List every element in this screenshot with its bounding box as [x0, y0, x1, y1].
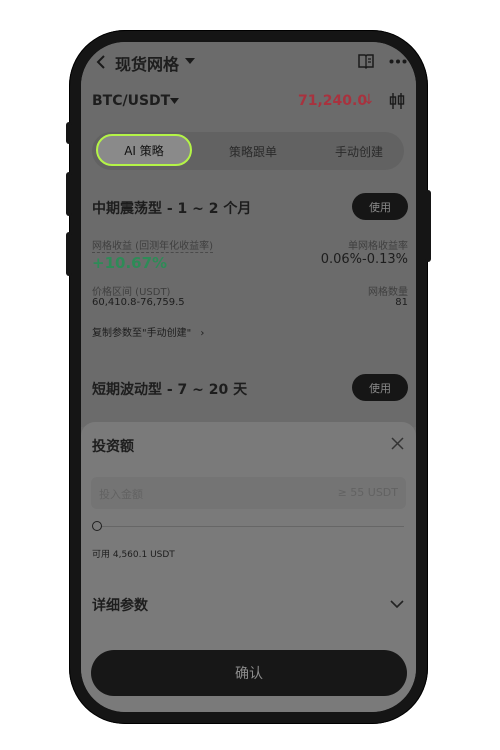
pair-price: 71,240.0 [298, 93, 368, 109]
chevron-right-icon: › [200, 328, 205, 339]
caret-down-icon[interactable] [185, 58, 195, 65]
grid-count-value: 81 [395, 297, 408, 308]
phone-side-button-power [425, 190, 431, 262]
amount-slider-handle[interactable] [92, 521, 102, 531]
tab-copy-strategy[interactable]: 策略跟单 [208, 132, 298, 170]
input-min-hint: ≥ 55 USDT [337, 486, 398, 499]
investment-sheet: 投资额 投入金额 ≥ 55 USDT 可用 4,560.1 USDT 详细参数 … [81, 422, 416, 712]
price-range-value: 60,410.8-76,759.5 [92, 297, 185, 308]
yield-label: 网格收益 (回测年化收益率) [92, 237, 213, 253]
chevron-down-icon[interactable] [390, 600, 404, 609]
input-placeholder: 投入金额 [99, 488, 143, 501]
confirm-button[interactable]: 确认 [91, 650, 407, 696]
available-balance: 可用 4,560.1 USDT [92, 550, 175, 560]
phone-side-button-mute [66, 122, 72, 144]
investment-amount-input[interactable]: 投入金额 ≥ 55 USDT [91, 477, 406, 509]
candlestick-chart-icon[interactable] [389, 92, 405, 110]
phone-side-button-volume-down [66, 232, 72, 276]
use-button[interactable]: 使用 [352, 374, 408, 401]
pair-caret-down-icon[interactable] [170, 98, 179, 104]
use-button[interactable]: 使用 [352, 193, 408, 220]
tab-manual-create[interactable]: 手动创建 [314, 132, 404, 170]
pair-symbol[interactable]: BTC/USDT [92, 93, 170, 109]
yield-value: +10.67% [92, 254, 168, 272]
strategy-tabs: AI 策略 策略跟单 手动创建 [92, 132, 404, 170]
book-icon[interactable] [357, 52, 375, 70]
details-label[interactable]: 详细参数 [92, 595, 148, 615]
tab-ai-strategy[interactable]: AI 策略 [96, 134, 192, 166]
page-title[interactable]: 现货网格 [115, 51, 179, 75]
copy-params-link[interactable]: 复制参数至"手动创建" › [92, 324, 204, 339]
amount-slider-track[interactable] [97, 526, 404, 527]
phone-side-button-volume-up [66, 172, 72, 216]
strategy-page: 现货网格 BTC/USDT 71,240.0 ↓ AI 策略 策略跟单 手动创建 [81, 42, 416, 427]
per-grid-value: 0.06%-0.13% [320, 252, 408, 267]
back-arrow-icon[interactable] [95, 54, 107, 70]
strategy-title: 中期震荡型 - 1 ~ 2 个月 [92, 201, 252, 217]
grid-count-label: 网格数量 [368, 287, 408, 298]
phone-screen: 现货网格 BTC/USDT 71,240.0 ↓ AI 策略 策略跟单 手动创建 [81, 42, 416, 712]
per-grid-label: 单网格收益率 [348, 241, 408, 252]
close-icon[interactable] [391, 437, 404, 450]
strategy-title: 短期波动型 - 7 ~ 20 天 [92, 382, 248, 398]
more-icon[interactable] [389, 59, 407, 64]
price-range-label: 价格区间 (USDT) [92, 287, 171, 298]
sheet-title: 投资额 [92, 439, 134, 455]
copy-params-label: 复制参数至"手动创建" [92, 328, 192, 339]
price-down-arrow: ↓ [363, 92, 375, 108]
